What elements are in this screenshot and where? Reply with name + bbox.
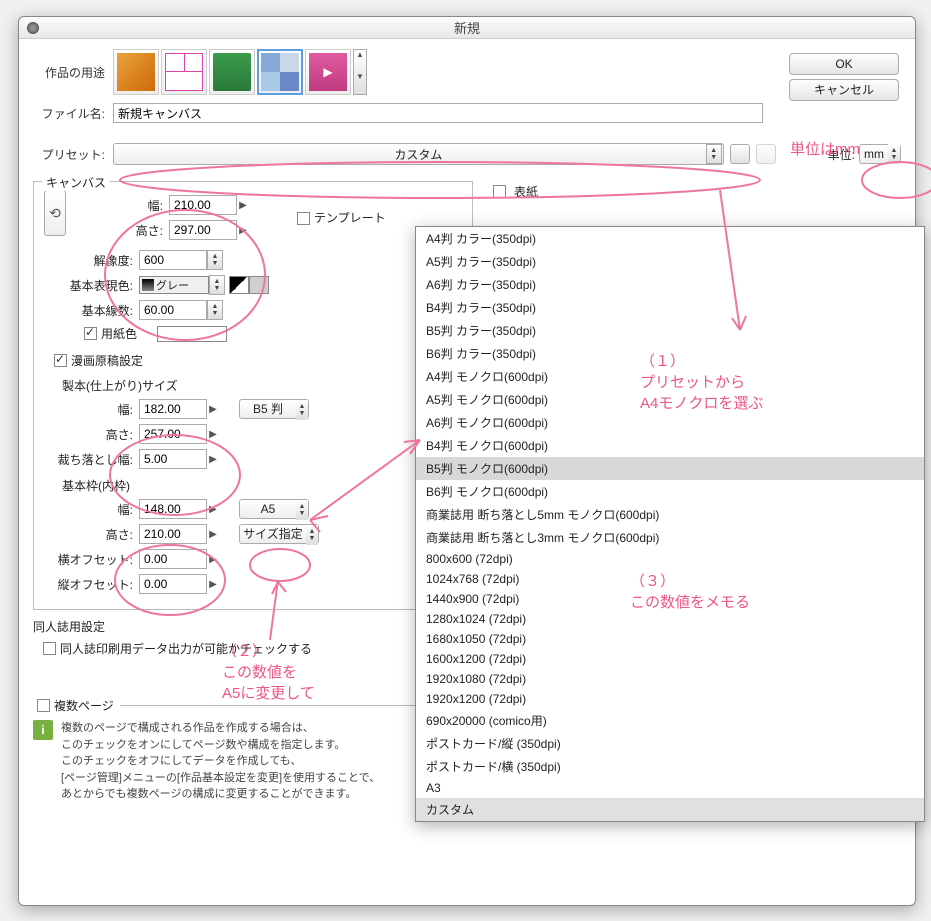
preset-option[interactable]: ポストカード/横 (350dpi)	[416, 755, 924, 778]
dialog-title: 新規	[39, 18, 895, 37]
arrow-icon[interactable]: ▶	[207, 529, 219, 540]
arrow-icon[interactable]: ▶	[237, 200, 249, 211]
preset-spinner-icon[interactable]: ▲▼	[706, 144, 722, 164]
preset-option[interactable]: B4判 モノクロ(600dpi)	[416, 434, 924, 457]
finish-preset-select[interactable]: B5 判▲▼	[239, 399, 309, 419]
baselines-input[interactable]	[139, 300, 207, 320]
thumb-comic[interactable]	[161, 49, 207, 95]
papercolor-swatch[interactable]	[157, 326, 227, 342]
preset-option[interactable]: 1600x1200 (72dpi)	[416, 649, 924, 669]
preset-option[interactable]: A6判 モノクロ(600dpi)	[416, 411, 924, 434]
preset-option[interactable]: A3	[416, 778, 924, 798]
papercolor-check[interactable]	[84, 327, 97, 340]
basecolor-select[interactable]: グレー	[139, 276, 209, 294]
cover-check[interactable]	[493, 185, 506, 198]
filename-input[interactable]	[113, 103, 763, 123]
preset-select[interactable]: カスタム ▲▼	[113, 143, 724, 165]
arrow-icon[interactable]: ▶	[207, 554, 219, 565]
thumb-scroll[interactable]: ▲▼	[353, 49, 367, 95]
inner-height-input[interactable]	[139, 524, 207, 544]
preset-dropdown[interactable]: A4判 カラー(350dpi)A5判 カラー(350dpi)A6判 カラー(35…	[415, 226, 925, 822]
thumb-movie[interactable]: ▶	[305, 49, 351, 95]
canvas-group: キャンバス ⟲ 幅:▶ 高さ:▶ テンプレート 解像度:▲▼ 基本表現色: グレ…	[33, 181, 473, 610]
preset-option[interactable]: B4判 カラー(350dpi)	[416, 296, 924, 319]
ok-button[interactable]: OK	[789, 53, 899, 75]
bw-swatch-icon[interactable]	[229, 276, 249, 294]
arrow-icon[interactable]: ▶	[207, 504, 219, 515]
gray-swatch-icon[interactable]	[249, 276, 269, 294]
cancel-button[interactable]: キャンセル	[789, 79, 899, 101]
unit-label: 単位:	[828, 146, 855, 163]
doujin-check[interactable]	[43, 642, 56, 655]
hoffset-input[interactable]	[139, 549, 207, 569]
inner-preset2-select[interactable]: サイズ指定▲▼	[239, 524, 319, 544]
preset-option[interactable]: カスタム	[416, 798, 924, 821]
inner-preset1-select[interactable]: A5▲▼	[239, 499, 309, 519]
arrow-icon[interactable]: ▶	[237, 225, 249, 236]
doujin-title: 同人誌用設定	[33, 618, 473, 635]
finish-width-input[interactable]	[139, 399, 207, 419]
canvas-width-input[interactable]	[169, 195, 237, 215]
preset-option[interactable]: 1440x900 (72dpi)	[416, 589, 924, 609]
preset-option[interactable]: B5判 モノクロ(600dpi)	[416, 457, 924, 480]
preset-option[interactable]: 1920x1080 (72dpi)	[416, 669, 924, 689]
preset-option[interactable]: A5判 カラー(350dpi)	[416, 250, 924, 273]
preset-option[interactable]: A6判 カラー(350dpi)	[416, 273, 924, 296]
preset-option[interactable]: 690x20000 (comico用)	[416, 709, 924, 732]
arrow-icon[interactable]: ▶	[207, 454, 219, 465]
preset-delete-icon[interactable]	[756, 144, 776, 164]
multipage-check[interactable]	[37, 699, 50, 712]
preset-label: プリセット:	[33, 146, 113, 163]
preset-option[interactable]: A4判 モノクロ(600dpi)	[416, 365, 924, 388]
thumb-illustration[interactable]	[113, 49, 159, 95]
info-icon: i	[33, 720, 53, 740]
rotate-icon[interactable]: ⟲	[44, 190, 66, 236]
baselines-spinner-icon[interactable]: ▲▼	[207, 300, 223, 320]
template-check[interactable]	[297, 212, 310, 225]
preset-option[interactable]: 商業誌用 断ち落とし5mm モノクロ(600dpi)	[416, 503, 924, 526]
preset-option[interactable]: B6判 モノクロ(600dpi)	[416, 480, 924, 503]
preset-option[interactable]: ポストカード/縦 (350dpi)	[416, 732, 924, 755]
preset-option[interactable]: 1024x768 (72dpi)	[416, 569, 924, 589]
unit-spinner-icon: ▲▼	[888, 144, 900, 164]
bleed-input[interactable]	[139, 449, 207, 469]
res-spinner-icon[interactable]: ▲▼	[207, 250, 223, 270]
preset-save-icon[interactable]	[730, 144, 750, 164]
thumb-print[interactable]	[257, 49, 303, 95]
finish-height-input[interactable]	[139, 424, 207, 444]
preset-option[interactable]: A4判 カラー(350dpi)	[416, 227, 924, 250]
preset-option[interactable]: B5判 カラー(350dpi)	[416, 319, 924, 342]
preset-option[interactable]: 1280x1024 (72dpi)	[416, 609, 924, 629]
canvas-title: キャンバス	[42, 174, 110, 191]
canvas-height-input[interactable]	[169, 220, 237, 240]
titlebar: 新規	[19, 17, 915, 39]
inner-width-input[interactable]	[139, 499, 207, 519]
resolution-input[interactable]	[139, 250, 207, 270]
purpose-label: 作品の用途	[33, 64, 113, 81]
preset-option[interactable]: 800x600 (72dpi)	[416, 549, 924, 569]
preset-option[interactable]: A5判 モノクロ(600dpi)	[416, 388, 924, 411]
voffset-input[interactable]	[139, 574, 207, 594]
preset-option[interactable]: B6判 カラー(350dpi)	[416, 342, 924, 365]
purpose-thumbs: ▶ ▲▼	[113, 49, 367, 95]
manga-setting-check[interactable]	[54, 354, 67, 367]
close-icon[interactable]	[27, 22, 39, 34]
preset-option[interactable]: 商業誌用 断ち落とし3mm モノクロ(600dpi)	[416, 526, 924, 549]
basecolor-spinner-icon[interactable]: ▲▼	[209, 275, 225, 295]
arrow-icon[interactable]: ▶	[207, 404, 219, 415]
preset-option[interactable]: 1680x1050 (72dpi)	[416, 629, 924, 649]
arrow-icon[interactable]: ▶	[207, 579, 219, 590]
multipage-info: 複数のページで構成される作品を作成する場合は、 このチェックをオンにしてページ数…	[61, 720, 380, 803]
thumb-book[interactable]	[209, 49, 255, 95]
arrow-icon[interactable]: ▶	[207, 429, 219, 440]
filename-label: ファイル名:	[33, 105, 113, 122]
unit-select[interactable]: mm▲▼	[859, 144, 901, 164]
preset-option[interactable]: 1920x1200 (72dpi)	[416, 689, 924, 709]
